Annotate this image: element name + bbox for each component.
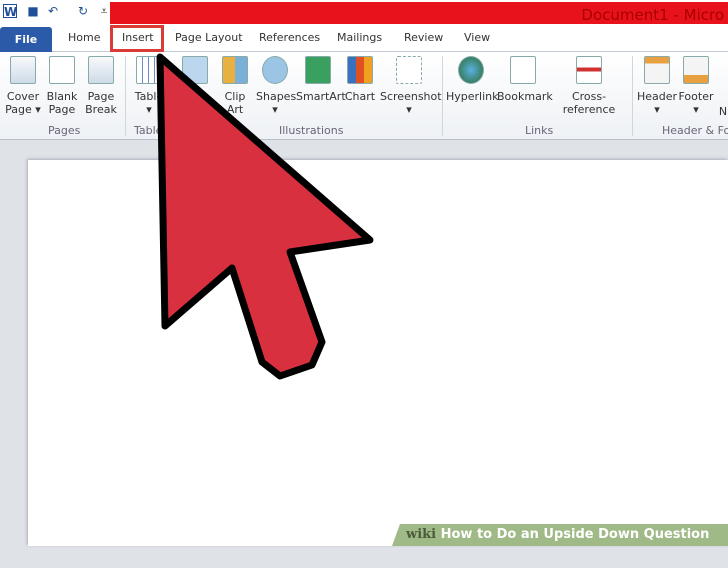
pointer-arrow-annotation <box>156 53 374 380</box>
watermark-brand: wiki <box>406 527 437 542</box>
arrow-shape <box>156 53 374 380</box>
watermark: wiki How to Do an Upside Down Question M… <box>392 524 728 546</box>
